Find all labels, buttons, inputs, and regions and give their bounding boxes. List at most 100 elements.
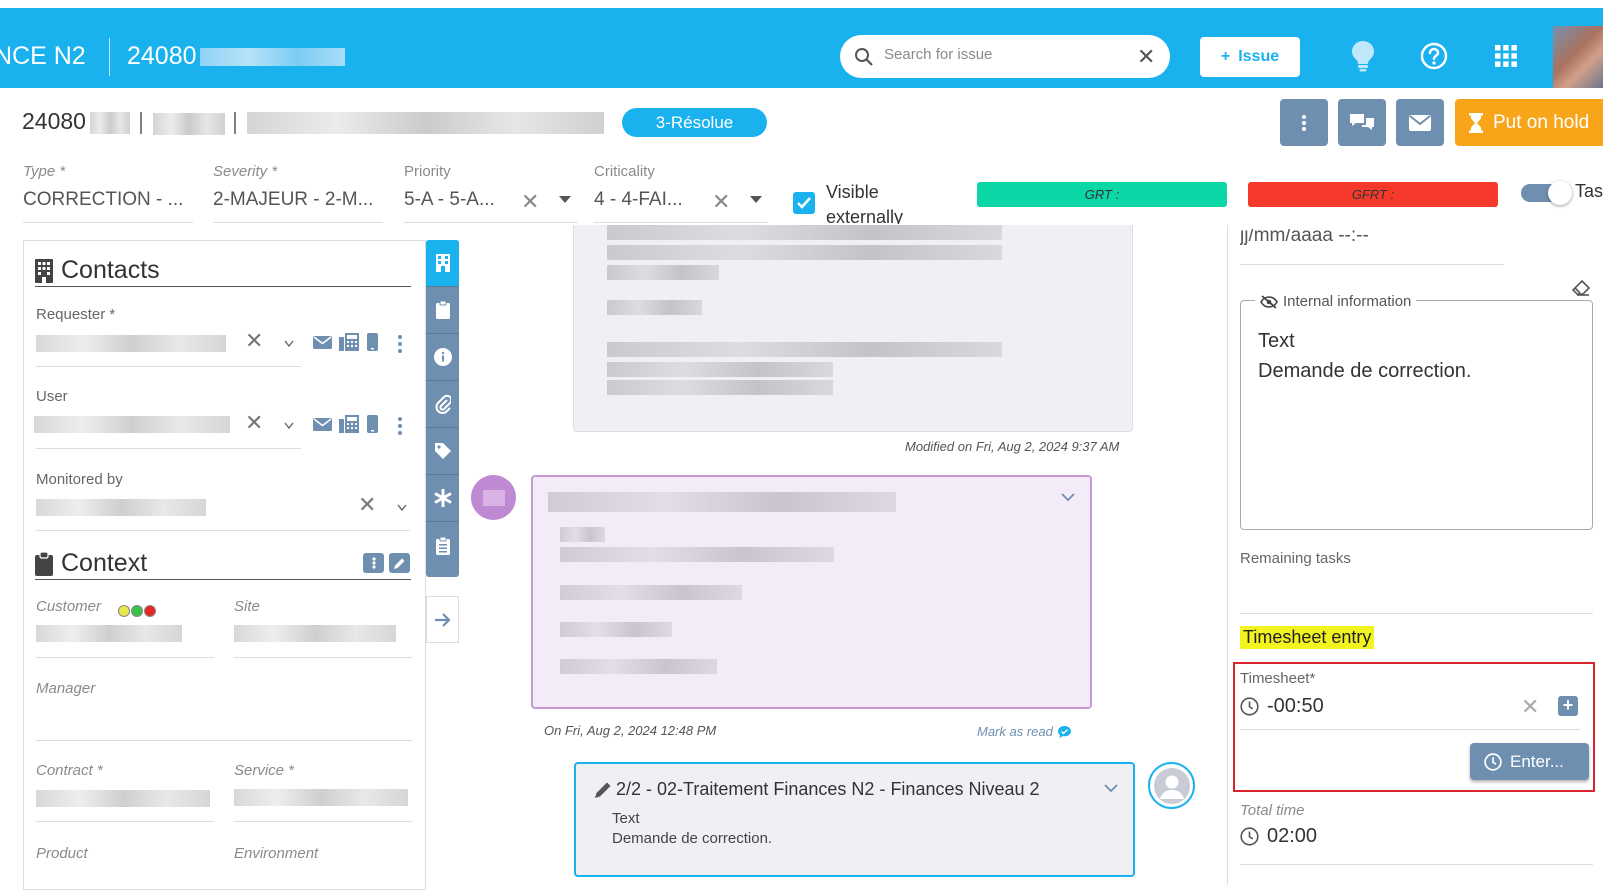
field-underline xyxy=(23,222,193,223)
contract-label: Contract * xyxy=(36,762,103,779)
lightbulb-icon[interactable] xyxy=(1345,38,1381,74)
task-toggle[interactable] xyxy=(1521,181,1572,205)
tab-info[interactable] xyxy=(426,334,459,381)
vertical-dots-icon xyxy=(371,557,376,569)
message-body-line: Demande de correction. xyxy=(612,830,773,847)
clear-criticality-icon[interactable]: ✕ xyxy=(712,189,730,215)
user-dropdown-icon[interactable] xyxy=(284,421,294,431)
mobile-phone-icon[interactable] xyxy=(367,333,378,351)
context-more-button[interactable] xyxy=(363,553,384,573)
section-rule xyxy=(35,579,411,580)
envelope-icon[interactable] xyxy=(313,336,332,349)
mobile-phone-icon[interactable] xyxy=(367,415,378,433)
clear-timesheet-icon[interactable]: ✕ xyxy=(1521,694,1539,720)
header-separator: | xyxy=(138,108,144,134)
criticality-field[interactable]: Criticality 4 - 4-FAI... xyxy=(594,163,683,211)
type-field[interactable]: Type * CORRECTION - ... xyxy=(23,163,183,211)
gfrt-bar: GFRT : xyxy=(1248,182,1498,207)
priority-dropdown-icon[interactable] xyxy=(559,196,571,203)
timesheet-label: Timesheet* xyxy=(1240,670,1316,687)
eraser-icon[interactable] xyxy=(1572,280,1590,296)
tab-custom-fields[interactable] xyxy=(426,475,459,522)
field-underline xyxy=(1240,729,1580,730)
issue-id: 24080 xyxy=(22,108,86,134)
redacted-monitored-by[interactable] xyxy=(36,499,206,516)
user-avatar[interactable] xyxy=(1553,26,1603,88)
timesheet-input[interactable]: -00:50 xyxy=(1240,695,1324,718)
message-card-private[interactable] xyxy=(531,475,1092,709)
user-more-icon[interactable] xyxy=(398,417,402,438)
redacted-text xyxy=(560,547,834,562)
field-underline xyxy=(1240,264,1504,265)
message-card-current[interactable]: 2/2 - 02-Traitement Finances N2 - Financ… xyxy=(574,762,1135,877)
arrow-right-icon xyxy=(434,612,451,627)
mark-as-read-link[interactable]: Mark as read xyxy=(977,724,1071,739)
plus-icon: + xyxy=(1220,48,1231,65)
monitored-dropdown-icon[interactable] xyxy=(397,503,407,513)
type-label: Type * xyxy=(23,163,66,180)
manager-label: Manager xyxy=(36,680,96,697)
envelope-icon xyxy=(1409,114,1431,131)
envelope-icon[interactable] xyxy=(313,418,332,431)
tab-tasks[interactable] xyxy=(426,522,459,569)
redacted-text xyxy=(607,245,1002,260)
chat-button[interactable] xyxy=(1338,99,1386,146)
clear-requester-icon[interactable]: ✕ xyxy=(245,328,263,354)
tab-tags[interactable] xyxy=(426,428,459,475)
severity-field[interactable]: Severity * 2-MAJEUR - 2-M... xyxy=(213,163,373,211)
priority-field[interactable]: Priority 5-A - 5-A... xyxy=(404,163,495,211)
status-badge[interactable]: 3-Résolue xyxy=(622,108,767,137)
internal-info-label: Internal information xyxy=(1283,293,1412,310)
tab-context[interactable] xyxy=(426,287,459,334)
enter-timesheet-button[interactable]: Enter... xyxy=(1470,743,1589,780)
redacted-text xyxy=(607,265,719,280)
search-box[interactable]: ✕ xyxy=(840,35,1170,78)
timesheet-value: -00:50 xyxy=(1267,695,1324,717)
asterisk-icon xyxy=(433,489,452,507)
hold-button-label: Put on hold xyxy=(1493,111,1590,133)
visible-externally-checkbox[interactable] xyxy=(793,192,815,214)
clock-icon xyxy=(1240,827,1259,846)
redacted-requester[interactable] xyxy=(36,335,226,352)
redacted-customer xyxy=(36,625,182,642)
redacted-site xyxy=(234,625,396,642)
clear-user-icon[interactable]: ✕ xyxy=(245,410,263,436)
redacted-text xyxy=(607,380,833,395)
new-issue-button[interactable]: + Issue xyxy=(1200,37,1300,77)
add-timesheet-button[interactable]: + xyxy=(1558,696,1578,716)
requester-dropdown-icon[interactable] xyxy=(284,339,294,349)
info-icon xyxy=(433,348,452,366)
redacted-reference xyxy=(200,48,345,66)
chevron-down-icon[interactable] xyxy=(1061,492,1075,502)
help-icon[interactable] xyxy=(1416,38,1452,74)
apps-grid-icon[interactable] xyxy=(1488,38,1524,74)
email-button[interactable] xyxy=(1396,99,1444,146)
field-underline xyxy=(36,366,301,367)
tab-contacts[interactable] xyxy=(426,240,459,287)
clear-monitored-icon[interactable]: ✕ xyxy=(358,492,376,518)
redacted-user[interactable] xyxy=(34,416,230,433)
requester-more-icon[interactable] xyxy=(398,335,402,356)
fax-icon[interactable] xyxy=(339,415,359,433)
date-input[interactable]: jj/mm/aaaa --:-- xyxy=(1240,229,1369,249)
hourglass-icon xyxy=(1469,112,1483,133)
field-underline xyxy=(1240,613,1593,614)
criticality-dropdown-icon[interactable] xyxy=(750,196,762,203)
tab-attachments[interactable] xyxy=(426,381,459,428)
fax-icon[interactable] xyxy=(339,333,359,351)
eye-slash-icon xyxy=(1260,294,1278,309)
put-on-hold-button[interactable]: Put on hold xyxy=(1455,99,1603,146)
clear-search-icon[interactable]: ✕ xyxy=(1137,44,1155,70)
context-edit-button[interactable] xyxy=(389,553,410,573)
expand-panel-button[interactable] xyxy=(426,596,459,643)
more-actions-button[interactable] xyxy=(1280,99,1328,146)
green-light-icon xyxy=(131,605,143,617)
chevron-down-icon[interactable] xyxy=(1104,783,1118,793)
search-input[interactable] xyxy=(884,46,1124,63)
customer-label: Customer xyxy=(36,598,102,615)
severity-label: Severity * xyxy=(213,163,278,180)
message-title: 2/2 - 02-Traitement Finances N2 - Financ… xyxy=(594,779,1040,800)
enter-button-label: Enter... xyxy=(1510,751,1564,771)
clear-priority-icon[interactable]: ✕ xyxy=(521,189,539,215)
contacts-heading: Contacts xyxy=(35,256,160,285)
